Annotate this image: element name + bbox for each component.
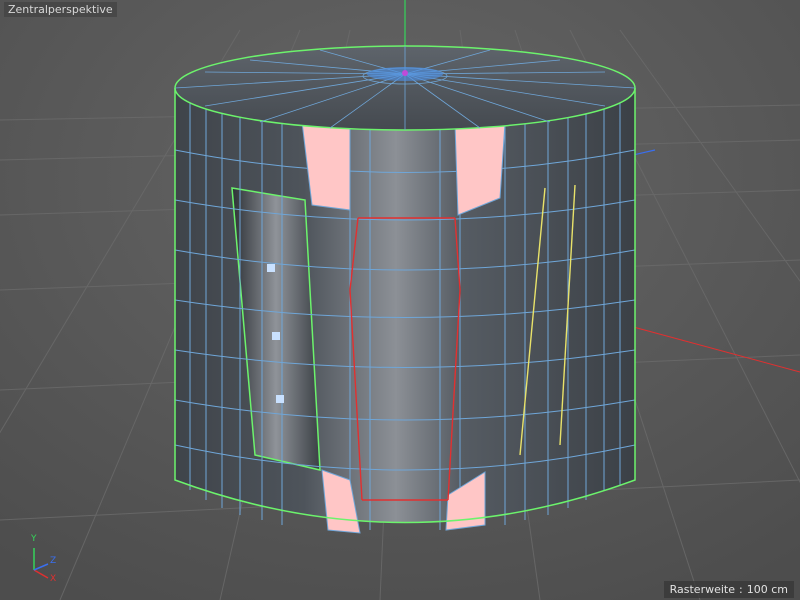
grid-spacing-value: 100 cm <box>746 583 788 596</box>
selected-point[interactable] <box>272 332 280 340</box>
selected-point[interactable] <box>276 395 284 403</box>
top-center-point[interactable] <box>402 70 408 76</box>
selected-point[interactable] <box>267 264 275 272</box>
axis-y-label: Y <box>31 534 37 544</box>
viewport-scene[interactable] <box>0 0 800 600</box>
grid-spacing-label: Rasterweite <box>669 583 736 596</box>
cylinder-mesh[interactable] <box>174 45 636 534</box>
viewport-name[interactable]: Zentralperspektive <box>4 2 117 17</box>
viewport-3d[interactable]: Zentralperspektive Y Z X Rasterweite:100… <box>0 0 800 600</box>
axis-x-label: X <box>50 574 57 584</box>
grid-spacing-separator: : <box>739 583 743 596</box>
world-axis-gizmo: Y Z X <box>22 534 62 584</box>
axis-z-label: Z <box>50 556 57 566</box>
grid-spacing-readout: Rasterweite:100 cm <box>663 581 794 598</box>
